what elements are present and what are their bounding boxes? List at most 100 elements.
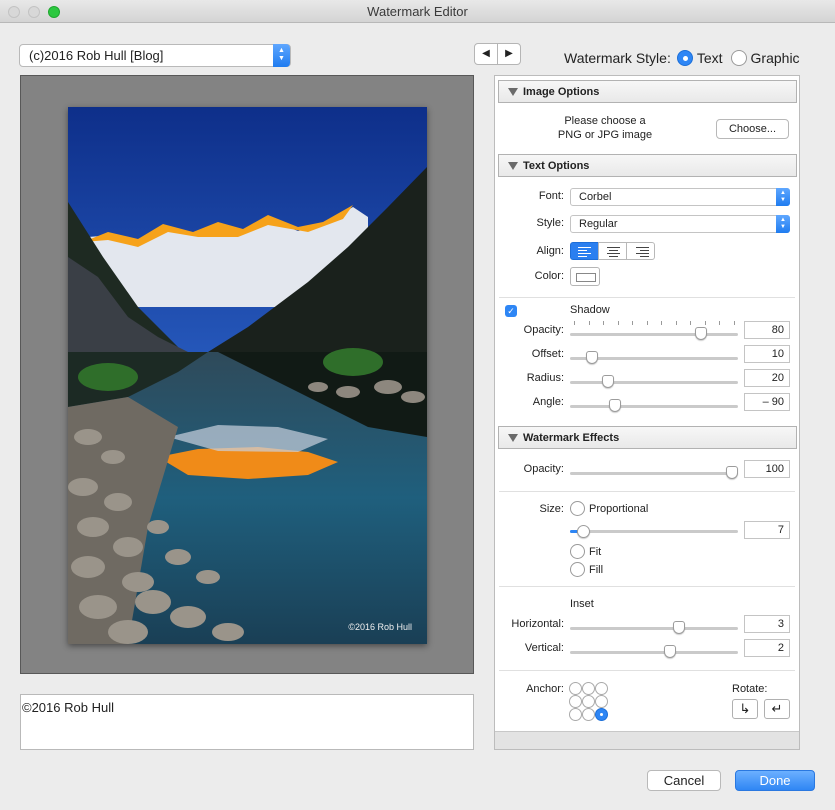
anchor-bottom-left[interactable] <box>569 708 582 721</box>
effects-opacity-slider[interactable] <box>570 472 738 475</box>
slider-tick <box>588 321 590 325</box>
updown-chevron-icon: ▲ ▼ <box>776 188 790 206</box>
choose-image-button[interactable]: Choose... <box>716 119 789 139</box>
anchor-top-center[interactable] <box>582 682 595 695</box>
align-left-icon[interactable] <box>570 242 599 260</box>
style-label: Style: <box>536 217 564 229</box>
size-label: Size: <box>539 503 564 515</box>
watermark-text-field[interactable]: ©2016 Rob Hull <box>20 694 474 750</box>
anchor-label: Anchor: <box>526 683 564 695</box>
divider <box>499 491 795 492</box>
done-button[interactable]: Done <box>735 770 815 791</box>
updown-chevron-icon: ▲ ▼ <box>776 215 790 233</box>
horizontal-inset-value[interactable]: 3 <box>744 615 790 633</box>
text-options-title: Text Options <box>523 160 590 172</box>
align-label: Align: <box>536 245 564 257</box>
anchor-center[interactable] <box>582 695 595 708</box>
vertical-label: Vertical: <box>524 642 564 654</box>
shadow-opacity-slider[interactable] <box>570 333 738 336</box>
next-image-button[interactable]: ▶ <box>497 43 521 65</box>
updown-chevron-icon: ▲ ▼ <box>273 44 290 67</box>
anchor-top-left[interactable] <box>569 682 582 695</box>
text-color-swatch[interactable] <box>570 267 600 286</box>
shadow-angle-slider[interactable] <box>570 405 738 408</box>
size-slider-thumb[interactable] <box>577 525 590 538</box>
shadow-checkbox[interactable]: ✓ <box>505 305 517 317</box>
anchor-middle-right[interactable] <box>595 695 608 708</box>
size-fill-label: Fill <box>589 564 604 576</box>
effects-opacity-label: Opacity: <box>523 463 564 475</box>
vertical-inset-thumb[interactable] <box>664 645 676 658</box>
shadow-opacity-thumb[interactable] <box>695 327 707 340</box>
shadow-radius-thumb[interactable] <box>602 375 614 388</box>
divider <box>499 586 795 587</box>
image-options-title: Image Options <box>523 86 600 98</box>
slider-tick <box>603 321 604 325</box>
slider-tick <box>675 321 677 325</box>
rotate-counterclockwise-icon[interactable]: ↵ <box>764 699 790 719</box>
preview-area: ©2016 Rob Hull <box>20 75 474 674</box>
slider-tick <box>632 321 633 325</box>
checkmark-icon: ✓ <box>507 306 515 316</box>
anchor-middle-left[interactable] <box>569 695 582 708</box>
slider-tick <box>574 321 575 325</box>
slider-tick <box>733 321 735 325</box>
vertical-inset-slider[interactable] <box>570 651 738 654</box>
image-hint: Please choose a PNG or JPG image <box>545 114 665 142</box>
window-title: Watermark Editor <box>367 4 468 19</box>
shadow-opacity-value[interactable]: 80 <box>744 321 790 339</box>
image-hint-line1: Please choose a <box>564 115 646 127</box>
horizontal-inset-thumb[interactable] <box>673 621 685 634</box>
style-select[interactable]: Regular ▲ ▼ <box>570 215 790 233</box>
shadow-radius-value[interactable]: 20 <box>744 369 790 387</box>
anchor-bottom-right[interactable] <box>595 708 608 721</box>
text-options-header[interactable]: Text Options <box>498 154 797 177</box>
horizontal-inset-slider[interactable] <box>570 627 738 630</box>
rotate-clockwise-icon[interactable]: ↳ <box>732 699 758 719</box>
size-slider[interactable] <box>570 530 738 533</box>
anchor-bottom-center[interactable] <box>582 708 595 721</box>
shadow-radius-slider[interactable] <box>570 381 738 384</box>
size-fit-radio[interactable] <box>570 544 585 559</box>
anchor-top-right[interactable] <box>595 682 608 695</box>
align-center-icon[interactable] <box>598 242 627 260</box>
effects-opacity-thumb[interactable] <box>726 466 738 479</box>
slider-tick <box>719 321 720 325</box>
watermark-overlay-text: ©2016 Rob Hull <box>348 622 412 632</box>
align-right-icon[interactable] <box>626 242 655 260</box>
image-hint-line2: PNG or JPG image <box>557 129 653 141</box>
size-fill-radio[interactable] <box>570 562 585 577</box>
rotate-label: Rotate: <box>732 683 768 695</box>
shadow-angle-label: Angle: <box>532 396 564 408</box>
inset-label: Inset <box>570 598 594 610</box>
settings-panel: Image Options Please choose a PNG or JPG… <box>494 75 800 750</box>
font-value: Corbel <box>579 191 612 203</box>
graphic-style-radio[interactable] <box>730 50 747 66</box>
slider-tick <box>617 321 619 325</box>
shadow-angle-thumb[interactable] <box>609 399 621 412</box>
slider-tick <box>646 321 648 325</box>
image-options-header[interactable]: Image Options <box>498 80 797 103</box>
slider-tick <box>690 321 691 325</box>
previous-image-button[interactable]: ◀ <box>474 43 498 65</box>
cancel-button[interactable]: Cancel <box>647 770 721 791</box>
disclosure-triangle-icon <box>508 162 518 170</box>
vertical-inset-value[interactable]: 2 <box>744 639 790 657</box>
shadow-offset-value[interactable]: 10 <box>744 345 790 363</box>
size-proportional-radio[interactable] <box>570 501 585 516</box>
shadow-angle-value[interactable]: – 90 <box>744 393 790 411</box>
watermark-effects-header[interactable]: Watermark Effects <box>498 426 797 449</box>
horizontal-label: Horizontal: <box>511 618 564 630</box>
preset-dropdown[interactable]: (c)2016 Rob Hull [Blog] ▲ ▼ <box>19 44 291 67</box>
preview-photo: ©2016 Rob Hull <box>68 107 427 644</box>
text-style-radio[interactable] <box>676 50 693 66</box>
effects-opacity-value[interactable]: 100 <box>744 460 790 478</box>
shadow-offset-thumb[interactable] <box>586 351 598 364</box>
text-style-label: Text <box>696 50 723 66</box>
panel-footer <box>495 731 799 749</box>
size-value[interactable]: 7 <box>744 521 790 539</box>
divider <box>499 297 795 298</box>
slider-tick <box>661 321 662 325</box>
font-select[interactable]: Corbel ▲ ▼ <box>570 188 790 206</box>
disclosure-triangle-icon <box>508 88 518 96</box>
